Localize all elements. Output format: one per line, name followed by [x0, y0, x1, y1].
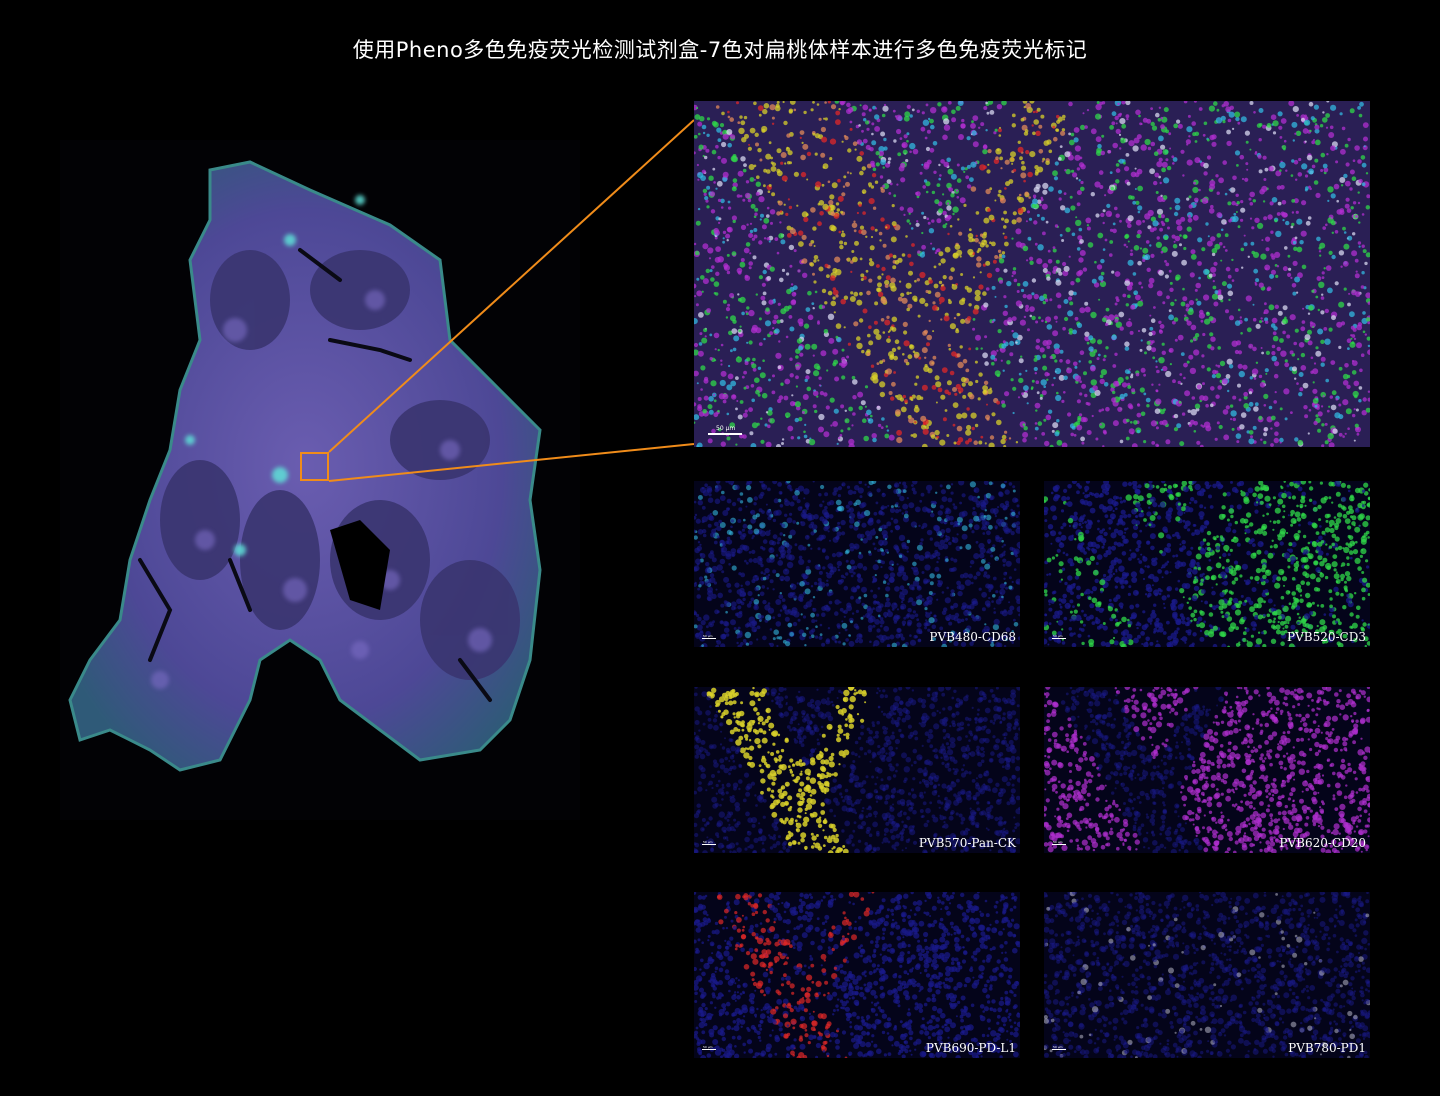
scale-bar-label: 50 µm [1053, 634, 1063, 638]
scale-bar [702, 844, 716, 845]
scale-bar-label: 50 µm [716, 425, 736, 432]
channel-label: PVB690-PD-L1 [925, 1041, 1016, 1055]
channel-label: PVB780-PD1 [1288, 1041, 1366, 1055]
channel-panel-cd68: 50 µm PVB480-CD68 [694, 481, 1020, 647]
scale-bar-label: 50 µm [1053, 840, 1063, 844]
page-title: 使用Pheno多色免疫荧光检测试剂盒-7色对扁桃体样本进行多色免疫荧光标记 [352, 38, 1088, 62]
channel-panel-pan-ck: 50 µm PVB570-Pan-CK [694, 687, 1020, 853]
scale-bar [1052, 638, 1066, 639]
merged-fluorescence-image: 50 µm [694, 101, 1370, 447]
channel-panel-cd3: 50 µm PVB520-CD3 [1044, 481, 1370, 647]
scale-bar-label: 50 µm [703, 1045, 713, 1049]
channel-label: PVB520-CD3 [1287, 630, 1366, 644]
zoom-region-outline [300, 452, 329, 481]
channel-panel-pd-l1: 50 µm PVB690-PD-L1 [694, 892, 1020, 1058]
scale-bar [702, 1049, 716, 1050]
scale-bar-label: 50 µm [703, 634, 713, 638]
channel-label: PVB480-CD68 [929, 630, 1016, 644]
scale-bar-label: 50 µm [1053, 1045, 1063, 1049]
scale-bar [1052, 1049, 1066, 1050]
channel-label: PVB570-Pan-CK [918, 836, 1016, 850]
scale-bar [702, 638, 716, 639]
channel-panel-cd20: 50 µm PVB620-CD20 [1044, 687, 1370, 853]
scale-bar [1052, 844, 1066, 845]
channel-panel-pd1: 50 µm PVB780-PD1 [1044, 892, 1370, 1058]
scale-bar [708, 433, 742, 435]
scale-bar-label: 50 µm [703, 840, 713, 844]
channel-label: PVB620-CD20 [1279, 836, 1366, 850]
